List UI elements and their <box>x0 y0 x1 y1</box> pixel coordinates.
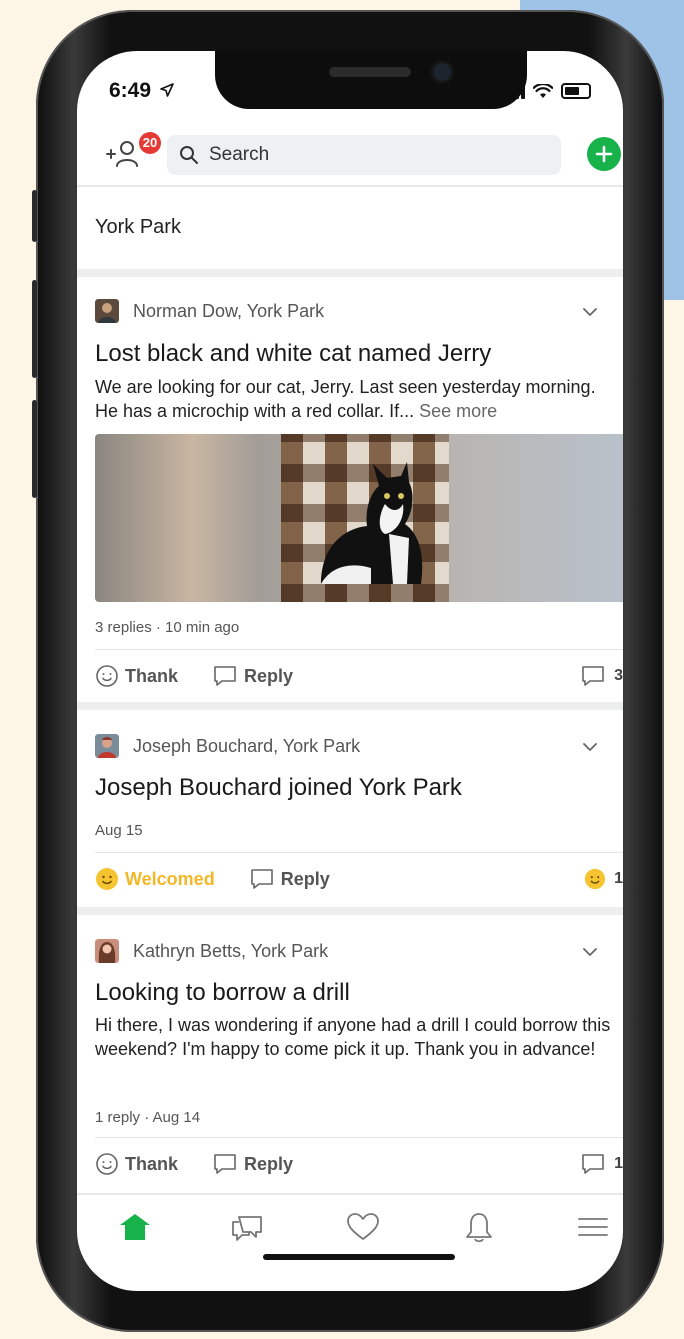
notch <box>215 51 527 109</box>
thank-label: Thank <box>125 665 179 686</box>
search-bar[interactable] <box>167 135 561 175</box>
reply-button[interactable]: Reply <box>212 664 293 688</box>
plus-icon <box>595 145 613 163</box>
new-post-button[interactable] <box>587 137 621 171</box>
thank-button[interactable]: Thank <box>95 664 178 688</box>
smile-icon <box>96 1153 118 1175</box>
post-body-text: Hi there, I was wondering if anyone had … <box>95 1015 611 1059</box>
tabbar-divider <box>77 1193 623 1195</box>
reply-count[interactable]: 3 <box>580 664 623 688</box>
battery-icon <box>561 83 591 99</box>
post-title[interactable]: Looking to borrow a drill <box>95 979 350 1007</box>
comment-count-icon <box>582 666 604 686</box>
heart-icon <box>347 1213 379 1240</box>
post-title[interactable]: Joseph Bouchard joined York Park <box>95 774 462 802</box>
thank-label: Thank <box>125 1153 179 1174</box>
post-divider <box>95 852 623 853</box>
smile-filled-icon <box>585 868 606 890</box>
volume-down-button <box>32 400 37 498</box>
thank-button[interactable]: Thank <box>95 1152 178 1176</box>
section-gap <box>77 269 623 277</box>
neighborhood-name[interactable]: York Park <box>95 216 181 239</box>
avatar[interactable] <box>95 939 119 963</box>
post-meta[interactable]: Aug 15 <box>95 822 143 839</box>
post-lost-cat-footer: 3 replies · 10 min ago Thank Reply 3 <box>77 277 623 717</box>
welcomed-label: Welcomed <box>125 868 215 889</box>
reply-label: Reply <box>244 1153 294 1174</box>
reply-count-value: 1 <box>614 1155 623 1172</box>
volume-up-button <box>32 280 37 378</box>
welcomed-button[interactable]: Welcomed <box>95 867 215 891</box>
section-gap <box>77 702 623 710</box>
reply-count[interactable]: 1 <box>580 1152 623 1176</box>
phone-frame: 6:49 20 York Park <box>32 10 664 1332</box>
welcome-count[interactable]: 1 <box>584 868 623 890</box>
home-icon <box>120 1214 150 1240</box>
home-indicator[interactable] <box>263 1254 455 1260</box>
section-gap <box>77 907 623 915</box>
post-divider <box>95 1137 623 1138</box>
search-input[interactable] <box>207 143 541 167</box>
chat-icon <box>232 1216 262 1241</box>
top-bar: 20 <box>77 129 623 185</box>
menu-icon <box>578 1218 608 1236</box>
reply-count-value: 3 <box>614 667 623 684</box>
reply-button[interactable]: Reply <box>212 1152 293 1176</box>
tab-notifications[interactable] <box>461 1209 497 1245</box>
post-meta[interactable]: 1 reply · Aug 14 <box>95 1109 200 1126</box>
tab-messages[interactable] <box>229 1209 265 1245</box>
chevron-down-icon[interactable] <box>581 738 599 756</box>
post-borrow-drill[interactable]: Kathryn Betts, York Park Looking to borr… <box>77 915 623 1193</box>
comment-count-icon <box>582 1154 604 1174</box>
smile-icon <box>96 665 118 687</box>
post-meta[interactable]: 3 replies · 10 min ago <box>95 619 239 636</box>
avatar[interactable] <box>95 734 119 758</box>
chevron-down-icon[interactable] <box>581 943 599 961</box>
tab-bar <box>77 1197 623 1257</box>
front-camera <box>433 63 451 81</box>
post-author-row: Kathryn Betts, York Park <box>95 939 328 963</box>
wifi-icon <box>533 84 553 98</box>
location-arrow-icon <box>160 83 174 97</box>
screen: 6:49 20 York Park <box>77 51 623 1291</box>
welcome-count-value: 1 <box>614 870 623 887</box>
search-icon <box>180 146 198 164</box>
notification-badge: 20 <box>139 132 161 154</box>
mute-switch <box>32 190 37 242</box>
comment-icon <box>250 869 273 889</box>
reply-label: Reply <box>280 868 330 889</box>
post-author[interactable]: Kathryn Betts, York Park <box>133 941 328 962</box>
comment-icon <box>214 666 236 686</box>
reply-button[interactable]: Reply <box>249 867 330 891</box>
post-actions: Thank Reply 1 <box>95 1149 623 1179</box>
post-divider <box>95 649 623 650</box>
post-actions: Welcomed Reply 1 <box>95 864 623 894</box>
smile-filled-icon <box>96 868 118 890</box>
reply-label: Reply <box>244 665 294 686</box>
tab-favorites[interactable] <box>345 1209 381 1245</box>
tab-home[interactable] <box>117 1209 153 1245</box>
comment-icon <box>214 1154 236 1174</box>
header-divider <box>77 185 623 187</box>
post-author[interactable]: Joseph Bouchard, York Park <box>133 736 360 757</box>
post-joined[interactable]: Joseph Bouchard, York Park Joseph Boucha… <box>77 710 623 906</box>
status-time: 6:49 <box>109 79 174 103</box>
tab-menu[interactable] <box>575 1209 611 1245</box>
status-time-text: 6:49 <box>109 79 152 102</box>
post-author-row: Joseph Bouchard, York Park <box>95 734 360 758</box>
post-actions: Thank Reply 3 <box>95 661 623 691</box>
bell-icon <box>466 1213 492 1243</box>
speaker <box>329 67 411 77</box>
post-body[interactable]: Hi there, I was wondering if anyone had … <box>95 1013 615 1061</box>
